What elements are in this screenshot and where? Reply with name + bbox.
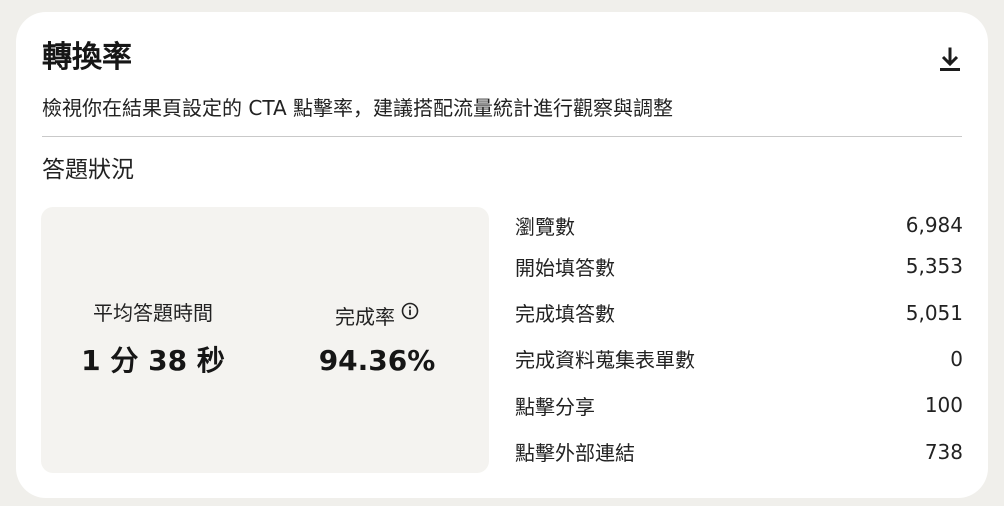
download-icon — [940, 47, 960, 71]
completion-label-row: 完成率 — [265, 299, 489, 331]
completion-label: 完成率 — [335, 305, 395, 329]
stat-label: 瀏覽數 — [515, 214, 575, 239]
info-icon[interactable] — [401, 299, 419, 327]
stat-label: 點擊分享 — [515, 394, 595, 419]
stat-value: 6,984 — [905, 213, 963, 237]
stat-row-shares: 點擊分享 100 — [515, 382, 963, 428]
stat-label: 完成填答數 — [515, 302, 615, 327]
stat-row-completed: 完成填答數 5,051 — [515, 289, 963, 335]
conversion-card: 轉換率 檢視你在結果頁設定的 CTA 點擊率，建議搭配流量統計進行觀察與調整 答… — [16, 12, 988, 498]
avg-time-value: 1 分 38 秒 — [81, 344, 225, 377]
stat-label: 完成資料蒐集表單數 — [515, 348, 695, 373]
stat-value: 5,353 — [905, 254, 963, 279]
stat-label: 點擊外部連結 — [515, 441, 635, 466]
stat-row-started: 開始填答數 5,353 — [515, 243, 963, 289]
stat-row-views: 瀏覽數 6,984 — [515, 207, 963, 243]
divider — [42, 136, 962, 137]
stat-row-external-links: 點擊外部連結 738 — [515, 429, 963, 475]
avg-time-label: 平均答題時間 — [93, 301, 213, 325]
stat-value: 738 — [924, 439, 963, 464]
section-title: 答題狀況 — [42, 157, 134, 183]
stats-list: 瀏覽數 6,984 開始填答數 5,353 完成填答數 5,051 完成資料蒐集… — [515, 207, 963, 475]
summary-box: 平均答題時間 1 分 38 秒 完成率 94.36% — [41, 207, 489, 473]
card-subtitle: 檢視你在結果頁設定的 CTA 點擊率，建議搭配流量統計進行觀察與調整 — [42, 96, 674, 120]
stat-label: 開始填答數 — [515, 255, 615, 280]
stat-row-forms: 完成資料蒐集表單數 0 — [515, 336, 963, 382]
completion-value: 94.36% — [318, 344, 436, 377]
stat-value: 100 — [924, 393, 963, 418]
stat-value: 5,051 — [905, 300, 963, 325]
avg-time-metric: 平均答題時間 1 分 38 秒 — [41, 207, 265, 473]
stat-value: 0 — [950, 346, 963, 371]
download-button[interactable] — [934, 44, 966, 76]
completion-metric: 完成率 94.36% — [265, 207, 489, 473]
card-title: 轉換率 — [42, 40, 132, 75]
